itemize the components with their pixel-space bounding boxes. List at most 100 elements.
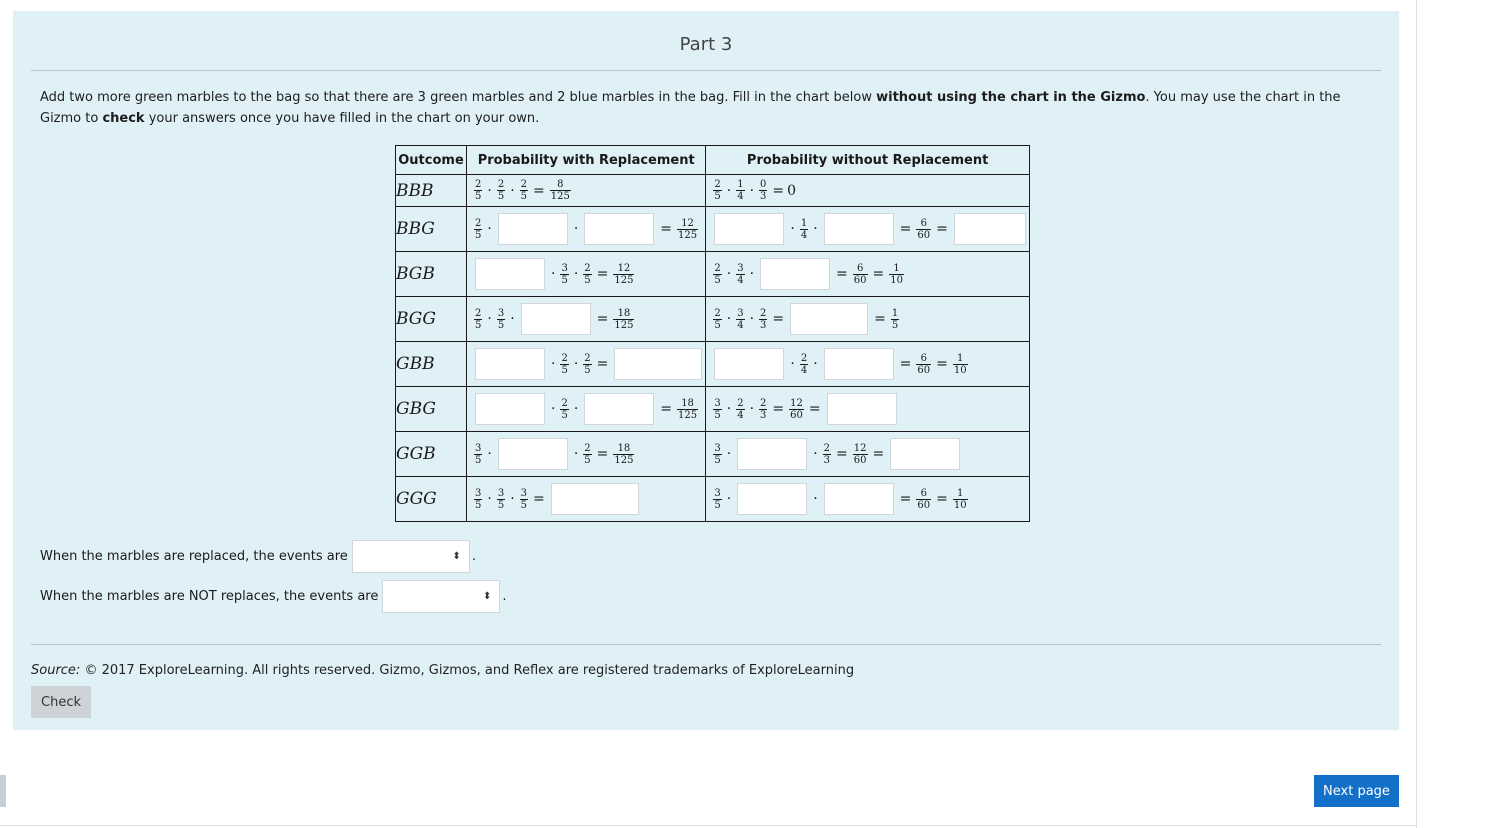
not-replaced-events-select[interactable]: ⬍: [382, 580, 501, 613]
answer-input[interactable]: [953, 213, 1026, 245]
fraction: 25: [496, 179, 506, 202]
answer-input[interactable]: [760, 258, 831, 290]
fraction: 8 125: [549, 179, 571, 202]
with-replacement-cell: · 2 5 · 2 5 =: [465, 341, 707, 387]
fraction: 12 125: [677, 217, 699, 241]
answer-input[interactable]: [550, 483, 639, 515]
fraction: 25: [560, 352, 569, 376]
divider: [31, 70, 1381, 71]
part-title: Part 3: [679, 34, 733, 55]
header-outcome: Outcome: [395, 145, 467, 175]
fraction: 34: [736, 307, 745, 331]
fraction: 35: [496, 487, 506, 511]
answer-input[interactable]: [823, 348, 894, 380]
fraction: 18 125: [677, 397, 699, 421]
answer-input[interactable]: [714, 213, 785, 245]
answer-input[interactable]: [823, 213, 894, 245]
fraction: 25: [713, 262, 722, 286]
fraction: 25: [474, 217, 483, 241]
fraction: 25: [713, 179, 722, 202]
with-replacement-cell: · 2 5 · = 18 125: [465, 386, 707, 432]
fraction: 35: [560, 262, 569, 286]
outcome-label: GBG: [395, 386, 467, 432]
fraction: 35: [519, 487, 529, 511]
fraction: 25: [583, 352, 592, 376]
answer-input[interactable]: [475, 393, 545, 425]
left-edge-tab: [0, 775, 6, 807]
fraction: 6 60: [852, 262, 868, 286]
answer-input[interactable]: [584, 393, 655, 425]
fraction: 34: [736, 262, 745, 286]
instructions-text: your answers once you have filled in the…: [144, 111, 540, 126]
page-right-border: [1416, 0, 1417, 828]
fraction: 15: [890, 307, 900, 331]
answer-input[interactable]: [520, 303, 591, 335]
fraction: 35: [496, 307, 506, 331]
result-zero: 0: [787, 182, 797, 199]
answer-input[interactable]: [737, 483, 808, 515]
outcome-label: BGG: [395, 296, 467, 342]
fraction: 12 125: [613, 262, 635, 286]
answer-input[interactable]: [823, 483, 894, 515]
without-replacement-cell: 3 5 · · 2 3 = 12 60 =: [705, 431, 1030, 477]
probability-table: Outcome Probability with Replacement Pro…: [395, 145, 1030, 522]
period: .: [502, 589, 507, 604]
without-replacement-cell: · 1 4 · = 6 60 =: [705, 206, 1030, 252]
question-panel: Part 3 Add two more green marbles to the…: [13, 11, 1399, 730]
replaced-events-select[interactable]: ⬍: [351, 540, 470, 573]
outcome-label: BBB: [395, 174, 467, 207]
fraction: 23: [759, 307, 768, 331]
period: .: [471, 549, 476, 564]
outcome-label: GGB: [395, 431, 467, 477]
table-row: BBB 2 5 · 2 5 · 2 5 = 8 125 2 5 · 1 4 · 0 3 = 0: [395, 174, 1030, 207]
fraction: 25: [560, 397, 569, 421]
header-with-replacement: Probability with Replacement: [465, 145, 707, 175]
fraction: 25: [474, 307, 483, 331]
table-row: BBG 2 5 · · = 12 125 · 1 4 · = 6 60 =: [395, 206, 1030, 252]
fraction: 35: [474, 487, 483, 511]
answer-input[interactable]: [737, 438, 808, 470]
fraction: 1 10: [952, 352, 968, 376]
fraction: 25: [583, 442, 592, 466]
with-replacement-cell: · 3 5 · 2 5 = 12 125: [465, 251, 707, 297]
with-replacement-cell: 3 5 · · 2 5 = 18 125: [465, 431, 707, 477]
fraction: 6 60: [916, 352, 932, 376]
without-replacement-cell: 2 5 · 3 4 · = 6 60 = 1 10: [705, 251, 1030, 297]
outcome-label: BGB: [395, 251, 467, 297]
outcome-label: GBB: [395, 341, 467, 387]
outcome-label: BBG: [395, 206, 467, 252]
answer-input[interactable]: [475, 348, 545, 380]
without-replacement-cell: 3 5 · · = 6 60 = 1 10: [705, 476, 1030, 522]
answer-input[interactable]: [584, 213, 655, 245]
table-row: GBB · 2 5 · 2 5 = · 2 4 · = 6 60 = 1 10: [395, 341, 1030, 387]
answer-input[interactable]: [614, 348, 703, 380]
fraction: 25: [474, 179, 483, 202]
fraction: 23: [759, 397, 768, 421]
table-row: GGG 3 5 · 3 5 · 3 5 = 3 5 · · = 6 60 = 1 10: [395, 476, 1030, 522]
instructions-text: Add two more green marbles to the bag so…: [40, 90, 877, 105]
with-replacement-cell: 2 5 · 2 5 · 2 5 = 8 125: [465, 174, 707, 207]
fraction: 23: [822, 442, 832, 466]
fraction: 35: [713, 442, 722, 466]
answer-input[interactable]: [790, 303, 869, 335]
source-label: Source:: [31, 663, 81, 678]
divider: [31, 644, 1381, 645]
without-replacement-cell: 2 5 · 1 4 · 0 3 = 0: [705, 174, 1030, 207]
answer-input[interactable]: [475, 258, 545, 290]
table-row: GGB 3 5 · · 2 5 = 18 125 3 5 · · 2 3 = 12 60 =: [395, 431, 1030, 477]
select-arrow-icon: ⬍: [452, 551, 461, 562]
table-row: BGB · 3 5 · 2 5 = 12 125 2 5 · 3 4 · = 6 60 = 1 10: [395, 251, 1030, 297]
without-replacement-cell: · 2 4 · = 6 60 = 1 10: [705, 341, 1030, 387]
select-arrow-icon: ⬍: [482, 591, 492, 602]
question-replaced: When the marbles are replaced, the event…: [40, 540, 476, 573]
check-button[interactable]: Check: [31, 686, 91, 718]
fraction: 03: [759, 179, 768, 202]
answer-input[interactable]: [497, 438, 568, 470]
fraction: 25: [583, 262, 592, 286]
fraction: 35: [474, 442, 483, 466]
next-page-button[interactable]: Next page: [1314, 775, 1399, 807]
answer-input[interactable]: [714, 348, 785, 380]
answer-input[interactable]: [497, 213, 568, 245]
answer-input[interactable]: [890, 438, 961, 470]
answer-input[interactable]: [826, 393, 897, 425]
